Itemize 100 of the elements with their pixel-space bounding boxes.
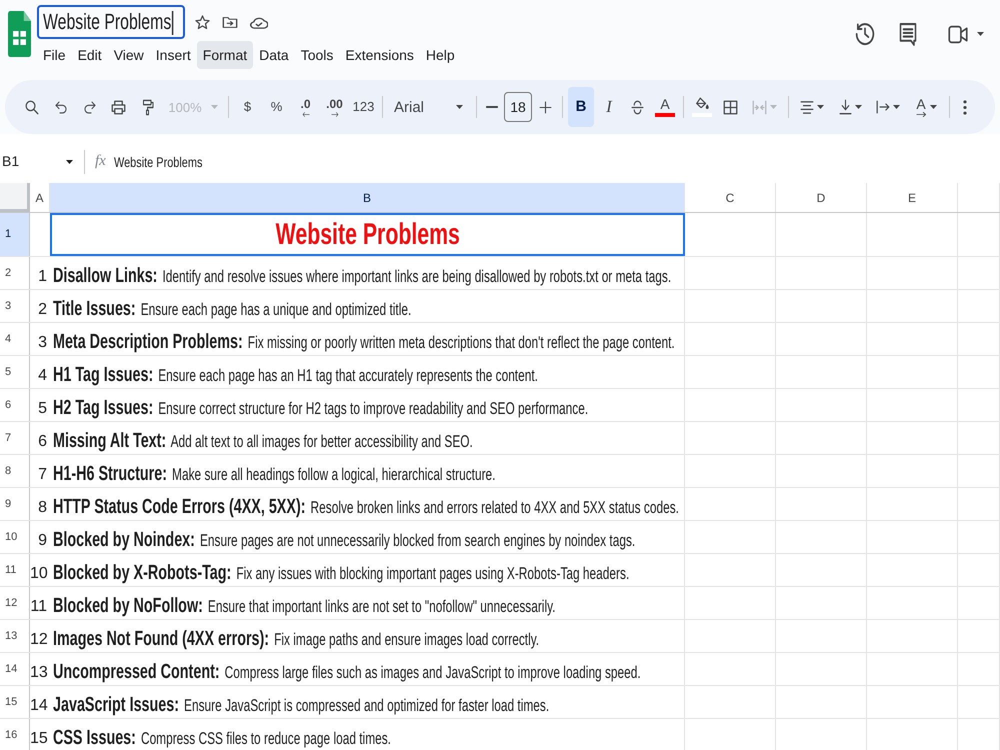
number-format-button[interactable]: 123: [350, 87, 377, 127]
item-number: 1: [37, 267, 48, 287]
item-number: 13: [30, 663, 49, 683]
list-item-text: Blocked by NoFollow: Ensure that important links are not set to "nofollow" unnecessarily.: [53, 596, 556, 617]
caret-icon: [770, 105, 776, 109]
row-header[interactable]: 14: [0, 653, 30, 685]
menu-item[interactable]: Extensions: [339, 41, 420, 69]
caret-icon: [854, 105, 862, 109]
strikethrough-icon: [630, 100, 644, 114]
column-header[interactable]: B: [50, 183, 685, 212]
decrease-decimal-button[interactable]: .0: [292, 87, 319, 127]
row-header[interactable]: 4: [0, 323, 30, 355]
menu-item[interactable]: View: [108, 41, 150, 69]
row-header[interactable]: 12: [0, 587, 30, 619]
item-number: 14: [30, 696, 49, 716]
list-item-text: Images Not Found (4XX errors): Fix image paths and ensure images load correctly.: [53, 629, 540, 650]
printer-icon: [111, 100, 126, 114]
left-arrow-icon: [302, 112, 310, 116]
caret-icon: [930, 105, 936, 109]
text-color-button[interactable]: A: [652, 87, 678, 127]
menu-item[interactable]: Format: [196, 41, 254, 69]
row-header[interactable]: 10: [0, 521, 30, 553]
grid-icon: [722, 100, 738, 114]
list-item-text: CSS Issues: Compress CSS files to reduce page load times.: [53, 728, 391, 749]
italic-button[interactable]: I: [596, 87, 622, 127]
menu-item[interactable]: File: [37, 41, 72, 69]
arrow-icon: [916, 112, 926, 117]
merge-icon: [752, 100, 766, 114]
document-title-field[interactable]: Website Problems: [37, 5, 185, 39]
row-header[interactable]: 5: [0, 356, 30, 388]
comment-icon: [899, 22, 917, 46]
font-dropdown[interactable]: Arial: [388, 87, 471, 127]
menu-item[interactable]: Help: [420, 41, 461, 69]
row-header[interactable]: 9: [0, 488, 30, 520]
item-number: 11: [30, 597, 48, 617]
item-number: 15: [30, 729, 49, 749]
cell-reference-field[interactable]: B1: [0, 148, 80, 176]
item-number: 9: [37, 531, 48, 551]
item-number: 7: [37, 465, 48, 485]
wrap-icon: [876, 100, 890, 114]
list-item-text: Blocked by X-Robots-Tag: Fix any issues with blocking important pages using X-Robots-Tag headers.: [53, 563, 630, 584]
row-header[interactable]: 1: [0, 213, 30, 256]
list-item-text: Missing Alt Text: Add alt text to all images for better accessibility and SEO.: [53, 431, 473, 452]
minus-icon: [486, 106, 498, 108]
item-number: 5: [37, 399, 48, 419]
list-item-text: Title Issues: Ensure each page has a unique and optimized title.: [53, 299, 412, 320]
item-number: 2: [37, 300, 48, 320]
title-cell[interactable]: Website Problems: [50, 213, 685, 256]
plus-icon: [539, 100, 552, 114]
paint-roller-icon: [142, 98, 154, 116]
row-header[interactable]: 7: [0, 422, 30, 454]
caret-icon: [456, 105, 463, 109]
list-item-text: Blocked by Noindex: Ensure pages are not unnecessarily blocked from search engines by noindex tags.: [53, 530, 636, 551]
caret-icon: [977, 32, 984, 36]
bold-button[interactable]: B: [568, 87, 594, 127]
list-item-text: H2 Tag Issues: Ensure correct structure for H2 tags to improve readability and SEO performance.: [53, 398, 588, 419]
item-number: 4: [37, 366, 48, 386]
menu-item[interactable]: Insert: [150, 41, 197, 69]
function-label: fx: [95, 152, 106, 172]
text-rotation-button[interactable]: A: [908, 87, 944, 127]
more-icon: [963, 100, 967, 114]
paint-bucket-icon: [695, 97, 709, 111]
number-format-button[interactable]: %: [263, 87, 290, 127]
spreadsheet-logo-icon[interactable]: [8, 11, 31, 57]
column-header[interactable]: D: [776, 183, 867, 212]
folder-icon: [222, 16, 238, 28]
list-item-text: Disallow Links: Identify and resolve issues where important links are being disallowed by robots.txt or meta tags.: [53, 266, 672, 287]
font-size-field[interactable]: 18: [504, 92, 532, 122]
list-item-text: HTTP Status Code Errors (4XX, 5XX): Resolve broken links and errors related to 4XX and 5XX status codes.: [53, 497, 679, 518]
item-number: 10: [30, 564, 49, 584]
row-header[interactable]: 2: [0, 257, 30, 289]
number-format-button[interactable]: $: [234, 87, 261, 127]
caret-icon: [210, 105, 218, 109]
row-header[interactable]: 8: [0, 455, 30, 487]
video-camera-icon: [948, 24, 968, 44]
row-header[interactable]: 15: [0, 686, 30, 718]
list-item-text: Meta Description Problems: Fix missing or poorly written meta descriptions that don't reflect the page content.: [53, 332, 675, 353]
row-header[interactable]: 11: [0, 554, 30, 586]
caret-icon: [817, 105, 824, 109]
caret-icon: [893, 105, 900, 109]
undo-icon: [54, 100, 66, 114]
item-number: 12: [30, 630, 49, 650]
item-number: 6: [37, 432, 48, 452]
menu-item[interactable]: Tools: [294, 41, 340, 69]
row-header[interactable]: 3: [0, 290, 30, 322]
row-header[interactable]: 16: [0, 719, 30, 750]
column-header[interactable]: E: [867, 183, 958, 212]
list-item-text: H1-H6 Structure: Make sure all headings follow a logical, hierarchical structure.: [53, 464, 496, 485]
formula-field[interactable]: Website Problems: [114, 148, 1000, 176]
item-number: 3: [37, 333, 48, 353]
row-header[interactable]: 6: [0, 389, 30, 421]
down-arrow-icon: [838, 99, 852, 115]
row-header[interactable]: 13: [0, 620, 30, 652]
menu-item[interactable]: Data: [253, 41, 295, 69]
column-header[interactable]: C: [685, 183, 776, 212]
increase-decimal-button[interactable]: .00: [321, 87, 348, 127]
menu-item[interactable]: Edit: [72, 41, 108, 69]
right-arrow-icon: [330, 112, 338, 116]
history-icon: [855, 22, 875, 46]
list-item-text: H1 Tag Issues: Ensure each page has an H1 tag that accurately represents the content.: [53, 365, 538, 386]
